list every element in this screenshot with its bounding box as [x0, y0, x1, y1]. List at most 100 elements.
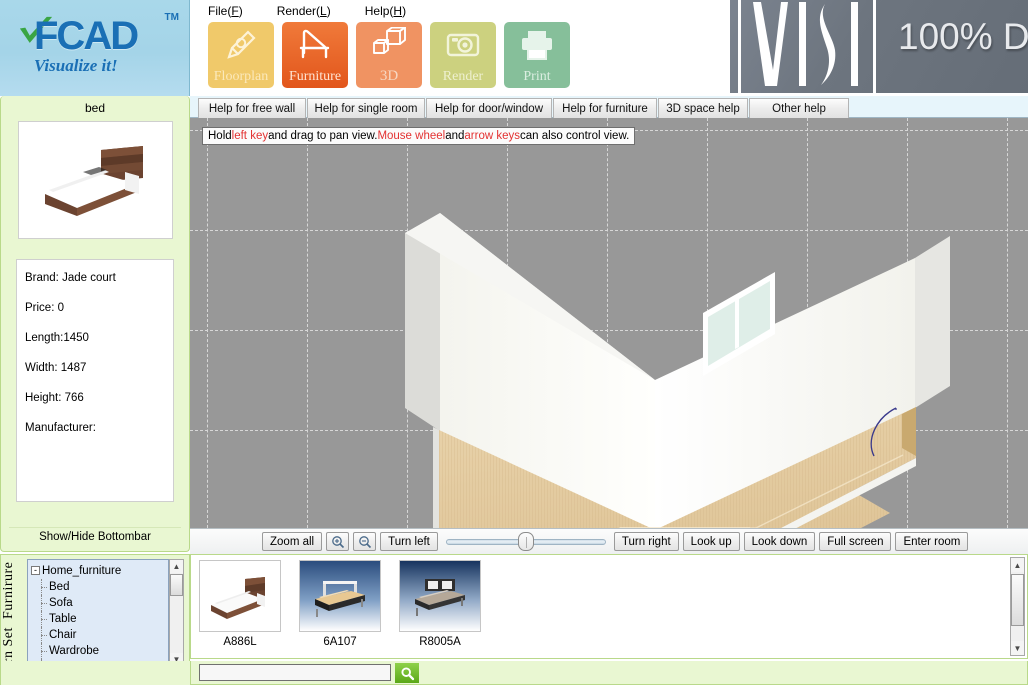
library-scroll-down-arrow[interactable]: ▼: [1011, 641, 1024, 655]
tree-expander-icon[interactable]: -: [31, 566, 40, 576]
tree-node-chair[interactable]: Chair: [31, 627, 168, 643]
camera-icon: [446, 33, 480, 57]
printer-icon: [522, 31, 552, 60]
toolbar-button-print[interactable]: Print: [504, 22, 570, 88]
bed-r8005a-icon: [415, 579, 465, 616]
library-vscroll-thumb[interactable]: [1011, 574, 1024, 626]
search-bar: [190, 661, 1028, 685]
library-item-name: R8005A: [419, 636, 461, 648]
toolbar-button-furniture[interactable]: Furniture: [282, 22, 348, 88]
brand-logo-panel: FCAD TM Visualize it!: [0, 0, 190, 96]
tree-node-sofa[interactable]: Sofa: [31, 595, 168, 611]
trademark-icon: TM: [164, 12, 179, 23]
zoom-out-icon: [358, 535, 371, 548]
tab-3d-space-help[interactable]: 3D space help: [658, 98, 748, 118]
item-preview: [17, 121, 173, 239]
library-thumb: [399, 560, 481, 632]
look-up-button[interactable]: Look up: [682, 532, 740, 551]
menu-render[interactable]: Render(L): [273, 2, 335, 20]
promo-banner: 100% Decor, Des: [730, 0, 1028, 93]
room-3d-scene: [405, 213, 950, 528]
enter-room-button[interactable]: Enter room: [895, 532, 969, 551]
tab-help-door-window[interactable]: Help for door/window: [426, 98, 552, 118]
zoom-all-button[interactable]: Zoom all: [262, 532, 323, 551]
pencil-icon: [227, 30, 256, 59]
toolbar-label-render: Render: [442, 69, 484, 84]
visi-wordmark: [738, 0, 876, 93]
library-thumb: [299, 560, 381, 632]
search-button[interactable]: [395, 663, 419, 683]
toolbar-label-3d: 3D: [379, 68, 399, 84]
prop-price: Price: 0: [25, 302, 64, 314]
application-window: FCAD TM Visualize it! File(F) Render(L) …: [0, 0, 1028, 685]
search-input[interactable]: [199, 664, 391, 681]
prop-manufacturer: Manufacturer:: [25, 422, 96, 434]
search-icon: [400, 666, 414, 680]
library-vscrollbar[interactable]: ▲ ▼: [1010, 557, 1025, 656]
bed-preview-icon: [45, 146, 143, 216]
zoom-in-button[interactable]: [326, 532, 350, 551]
top-bar: File(F) Render(L) Help(H) Floorplan Furn…: [190, 0, 1028, 96]
logo-text: FCAD: [34, 14, 139, 58]
tree-node-wardrobe[interactable]: Wardrobe: [31, 643, 168, 659]
toolbar-label-print: Print: [523, 69, 551, 84]
prop-width: Width: 1487: [25, 362, 87, 374]
menu-file[interactable]: File(F): [204, 2, 247, 20]
bed-6a107-icon: [315, 581, 365, 617]
main-toolbar: Floorplan Furniture 3D Render Print: [208, 22, 570, 88]
slider-thumb[interactable]: [517, 532, 534, 551]
tab-help-single-room[interactable]: Help for single room: [307, 98, 425, 118]
show-hide-bottombar-button[interactable]: Show/Hide Bottombar: [9, 527, 181, 545]
tree-scroll-up-arrow[interactable]: ▲: [170, 560, 183, 573]
furniture-category-tree[interactable]: - Home_furniture Bed Sofa Table Chair War…: [27, 559, 169, 667]
tree-node-root[interactable]: - Home_furniture: [31, 563, 168, 579]
menu-bar: File(F) Render(L) Help(H): [204, 2, 410, 20]
tab-help-free-wall[interactable]: Help for free wall: [198, 98, 306, 118]
library-item-grid: A886L 6A107 R8005A: [199, 560, 481, 648]
library-item-name: 6A107: [323, 636, 357, 648]
toolbar-button-floorplan[interactable]: Floorplan: [208, 22, 274, 88]
zoom-in-icon: [331, 535, 344, 548]
banner-headline: 100% Decor, Des: [898, 16, 1028, 57]
library-item[interactable]: 6A107: [299, 560, 381, 648]
bed-a886l-icon: [211, 577, 265, 619]
toolbar-label-furniture: Furniture: [288, 69, 342, 84]
library-item-name: A886L: [223, 636, 257, 648]
tree-vscroll-thumb[interactable]: [170, 574, 183, 596]
tab-help-furniture[interactable]: Help for furniture: [553, 98, 657, 118]
3d-viewport[interactable]: Hold left key and drag to pan view. Mous…: [190, 118, 1028, 528]
prop-height: Height: 766: [25, 392, 84, 404]
full-screen-button[interactable]: Full screen: [819, 532, 892, 551]
library-scroll-up-arrow[interactable]: ▲: [1011, 558, 1024, 572]
item-title: bed: [84, 101, 106, 115]
viewport-hint-bar: Hold left key and drag to pan view. Mous…: [202, 127, 636, 145]
prop-brand: Brand: Jade court: [25, 272, 116, 284]
look-down-button[interactable]: Look down: [743, 532, 816, 551]
armchair-icon: [299, 29, 330, 59]
library-item[interactable]: R8005A: [399, 560, 481, 648]
library-item[interactable]: A886L: [199, 560, 281, 648]
turn-left-button[interactable]: Turn left: [380, 532, 438, 551]
logo-tagline: Visualize it!: [34, 56, 118, 75]
search-bar-left-filler: [0, 661, 190, 685]
menu-help[interactable]: Help(H): [361, 2, 410, 20]
tree-node-table[interactable]: Table: [31, 611, 168, 627]
toolbar-button-3d[interactable]: 3D: [356, 22, 422, 88]
help-tab-strip: Help for free wall Help for single room …: [190, 96, 1028, 118]
view-zoom-slider[interactable]: [445, 532, 606, 551]
turn-right-button[interactable]: Turn right: [613, 532, 679, 551]
view-control-toolbar: Zoom all Turn left Turn right Look up Lo…: [190, 528, 1028, 554]
tab-other-help[interactable]: Other help: [749, 98, 849, 118]
item-properties: Brand: Jade court Price: 0 Length:1450 W…: [16, 259, 174, 502]
tree-vscrollbar[interactable]: ▲ ▼: [169, 559, 184, 667]
vtab-furniture[interactable]: Furnirure: [1, 557, 25, 623]
toolbar-label-floorplan: Floorplan: [213, 69, 269, 84]
tree-node-bed[interactable]: Bed: [31, 579, 168, 595]
toolbar-button-render[interactable]: Render: [430, 22, 496, 88]
library-thumb: [199, 560, 281, 632]
prop-length: Length:1450: [25, 332, 89, 344]
visi-letters-icon: [753, 2, 858, 86]
furniture-library: A886L 6A107 R8005A ▲ ▼: [190, 554, 1028, 659]
cubes-icon: [373, 27, 406, 54]
zoom-out-button[interactable]: [353, 532, 377, 551]
